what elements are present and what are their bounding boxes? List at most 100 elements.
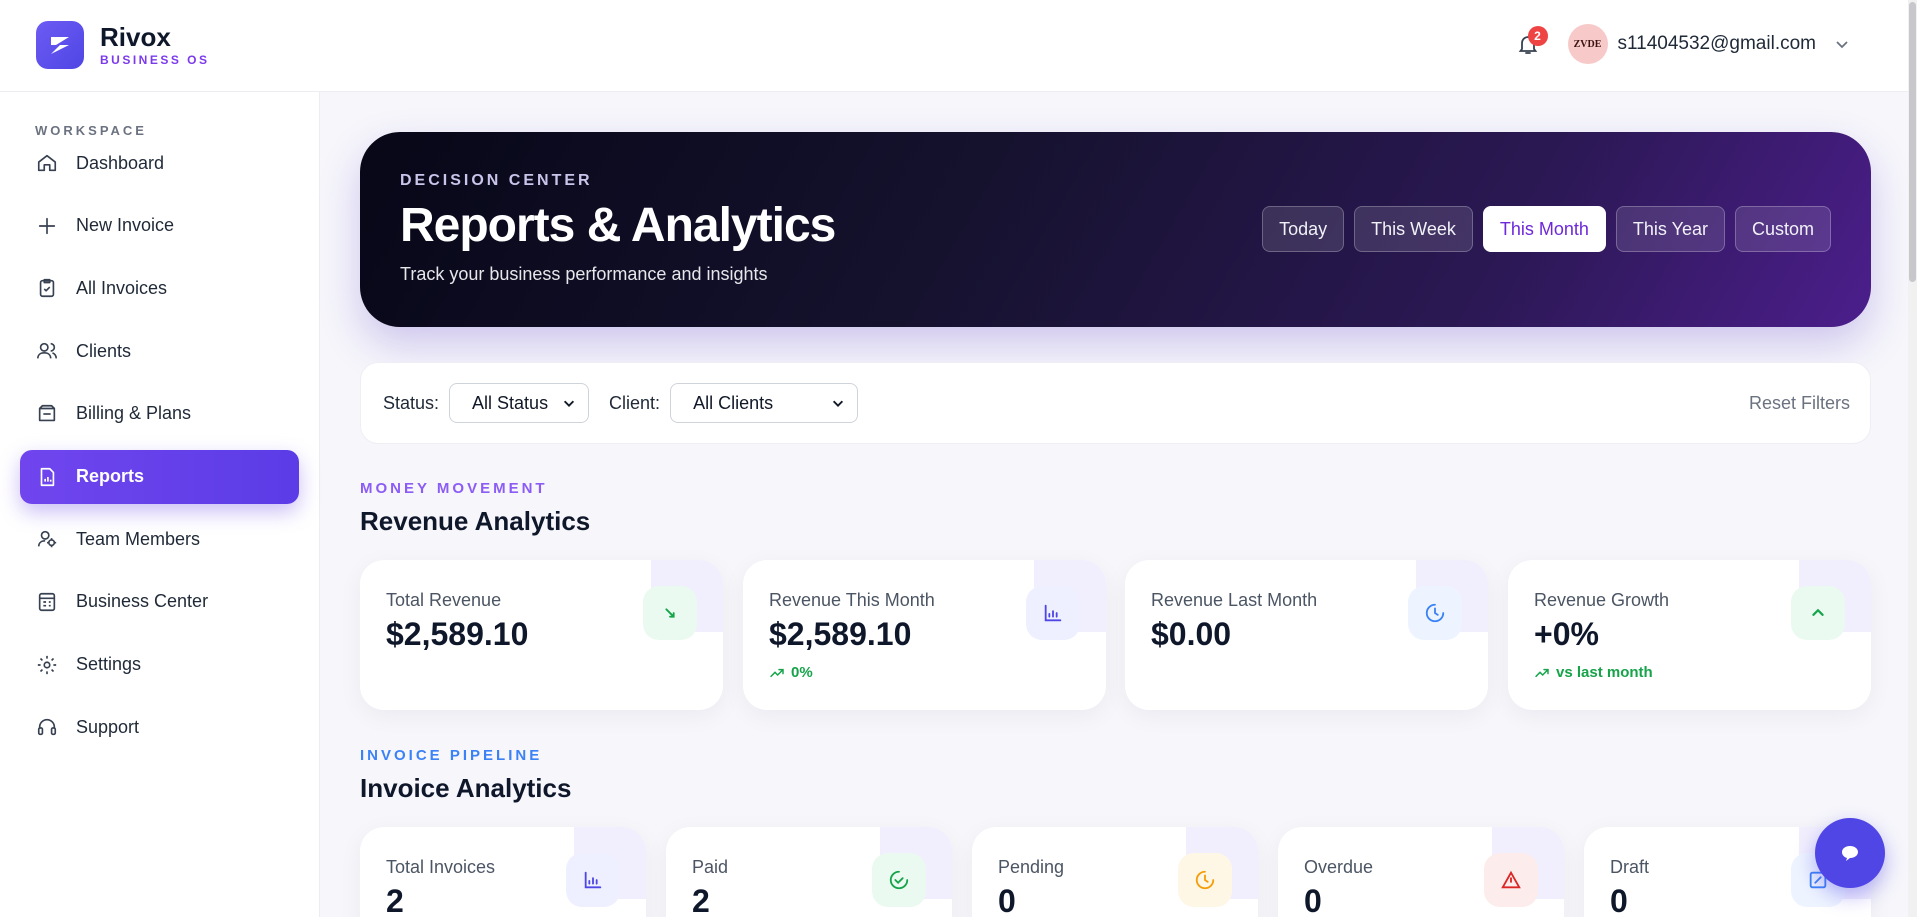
- status-filter-label: Status:: [383, 392, 440, 413]
- card-label: Revenue Last Month: [1151, 590, 1318, 610]
- card-value: $0.00: [1151, 616, 1232, 652]
- chevron-down-icon: [833, 400, 844, 407]
- brand-tagline: BUSINESS OS: [100, 53, 210, 67]
- card-label: Revenue Growth: [1534, 590, 1670, 610]
- wallet-icon: [36, 403, 58, 425]
- gear-icon: [36, 654, 58, 676]
- page-scrollbar[interactable]: [1908, 0, 1917, 917]
- chat-button[interactable]: [1815, 818, 1885, 888]
- trending-up-icon: [770, 668, 784, 677]
- home-icon: [36, 152, 58, 174]
- sidebar-item-label: Clients: [76, 340, 132, 361]
- notifications-button[interactable]: 2: [1512, 24, 1548, 64]
- sidebar-item-reports[interactable]: Reports: [20, 449, 299, 504]
- card-value: 2: [692, 883, 710, 917]
- card-value: 0: [998, 883, 1016, 917]
- avatar[interactable]: ZVDE: [1567, 24, 1608, 64]
- period-custom-button[interactable]: Custom: [1734, 206, 1831, 252]
- card-value: +0%: [1534, 616, 1599, 652]
- report-icon: [36, 466, 58, 488]
- invoice-card-overdue: Overdue 0: [1278, 827, 1564, 917]
- brand-logo-icon: [36, 21, 84, 69]
- client-filter-label: Client:: [609, 392, 661, 413]
- brand-name: Rivox: [100, 22, 171, 52]
- sidebar-item-label: Support: [76, 716, 140, 737]
- invoice-card-pending: Pending 0: [972, 827, 1258, 917]
- notification-count-badge: 2: [1527, 26, 1548, 46]
- sidebar: WORKSPACE Dashboard New Invoice All Invo…: [0, 92, 320, 917]
- sidebar-item-label: Reports: [76, 466, 145, 486]
- plus-icon: [36, 215, 58, 237]
- revenue-card-last-month: Revenue Last Month $0.00: [1125, 560, 1488, 710]
- user-email[interactable]: s11404532@gmail.com: [1618, 33, 1817, 55]
- sidebar-item-settings[interactable]: Settings: [20, 638, 299, 692]
- revenue-card-this-month: Revenue This Month $2,589.10 0%: [743, 560, 1106, 710]
- trending-up-icon: [1535, 668, 1549, 677]
- page-title: Reports & Analytics: [400, 199, 836, 252]
- period-this-year-button[interactable]: This Year: [1615, 206, 1725, 252]
- card-trend: vs last month: [1534, 664, 1653, 681]
- chevron-down-icon: [563, 400, 575, 407]
- check-circle-icon: [872, 853, 926, 907]
- sidebar-item-business-center[interactable]: Business Center: [20, 575, 299, 629]
- revenue-card-total: Total Revenue $2,589.10: [360, 560, 723, 710]
- money-icon: [643, 586, 697, 640]
- clock-icon: [1408, 586, 1462, 640]
- invoice-section-kicker: INVOICE PIPELINE: [360, 747, 543, 764]
- revenue-section-kicker: MONEY MOVEMENT: [360, 480, 548, 497]
- sidebar-item-clients[interactable]: Clients: [20, 324, 299, 378]
- period-selector: Today This Week This Month This Year Cus…: [1262, 206, 1831, 252]
- card-trend-text: 0%: [791, 664, 813, 681]
- sidebar-item-team-members[interactable]: Team Members: [20, 512, 299, 566]
- card-value: $2,589.10: [769, 616, 912, 652]
- reset-filters-button[interactable]: Reset Filters: [1749, 393, 1850, 414]
- card-trend: 0%: [769, 664, 813, 681]
- chart-icon: [1026, 586, 1080, 640]
- chart-icon: [566, 853, 620, 907]
- sidebar-item-billing[interactable]: Billing & Plans: [20, 387, 299, 441]
- clock-icon: [1178, 853, 1232, 907]
- headset-icon: [36, 716, 58, 738]
- card-value: 2: [386, 883, 404, 917]
- card-label: Paid: [692, 857, 729, 877]
- chevron-up-icon: [1791, 586, 1845, 640]
- card-label: Draft: [1610, 857, 1650, 877]
- building-icon: [36, 591, 58, 613]
- card-label: Revenue This Month: [769, 590, 935, 610]
- sidebar-item-dashboard[interactable]: Dashboard: [20, 136, 299, 190]
- card-trend-text: vs last month: [1556, 664, 1653, 681]
- client-filter-select[interactable]: All Clients: [670, 383, 859, 423]
- chevron-down-icon[interactable]: [1834, 36, 1850, 52]
- sidebar-item-label: New Invoice: [76, 215, 175, 236]
- status-filter-value: All Status: [472, 392, 549, 413]
- scrollbar-thumb[interactable]: [1909, 2, 1916, 282]
- card-value: 0: [1304, 883, 1322, 917]
- period-this-month-button[interactable]: This Month: [1482, 206, 1606, 252]
- card-label: Pending: [998, 857, 1065, 877]
- sidebar-item-label: Dashboard: [76, 152, 165, 173]
- sidebar-item-all-invoices[interactable]: All Invoices: [20, 261, 299, 315]
- status-filter-select[interactable]: All Status: [449, 383, 590, 423]
- hero-banner: DECISION CENTER Reports & Analytics Trac…: [360, 132, 1871, 327]
- card-label: Total Invoices: [386, 857, 496, 877]
- alert-icon: [1484, 853, 1538, 907]
- period-this-week-button[interactable]: This Week: [1354, 206, 1473, 252]
- brand[interactable]: Rivox BUSINESS OS: [36, 21, 210, 69]
- team-icon: [36, 528, 58, 550]
- sidebar-item-label: Team Members: [76, 528, 201, 549]
- invoice-card-paid: Paid 2: [666, 827, 952, 917]
- card-label: Overdue: [1304, 857, 1374, 877]
- sidebar-item-new-invoice[interactable]: New Invoice: [20, 199, 299, 253]
- revenue-card-growth: Revenue Growth +0% vs last month: [1508, 560, 1871, 710]
- revenue-section-title: Revenue Analytics: [360, 506, 591, 536]
- clipboard-check-icon: [36, 277, 58, 299]
- period-today-button[interactable]: Today: [1262, 206, 1345, 252]
- users-icon: [36, 340, 58, 362]
- card-value: 0: [1610, 883, 1628, 917]
- sidebar-item-support[interactable]: Support: [20, 700, 299, 754]
- sidebar-item-label: Business Center: [76, 591, 209, 612]
- hero-kicker: DECISION CENTER: [400, 172, 593, 189]
- sidebar-item-label: Billing & Plans: [76, 403, 192, 424]
- card-value: $2,589.10: [386, 616, 529, 652]
- sidebar-item-label: All Invoices: [76, 277, 168, 298]
